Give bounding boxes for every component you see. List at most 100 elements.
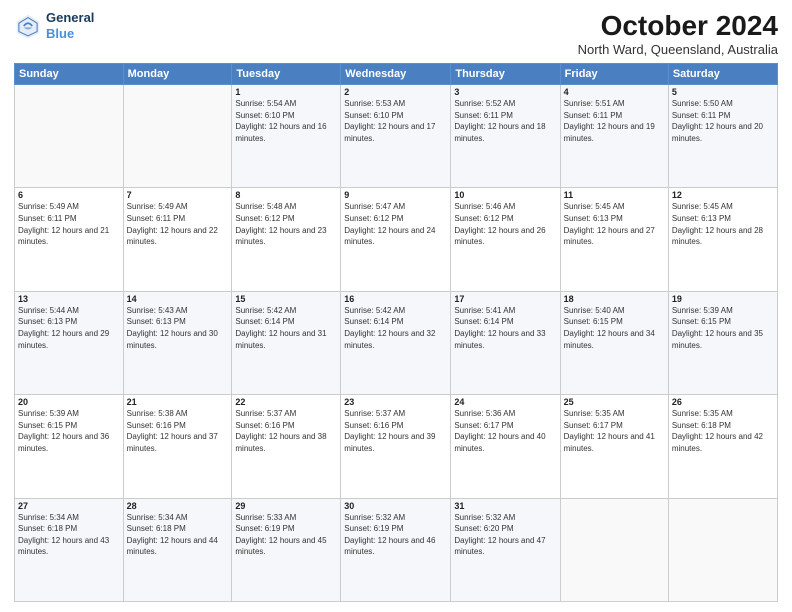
day-number: 21 xyxy=(127,397,229,407)
table-row: 21 Sunrise: 5:38 AM Sunset: 6:16 PM Dayligh… xyxy=(123,395,232,498)
table-row: 5Sunrise: 5:50 AMSunset: 6:11 PMDaylight… xyxy=(668,85,777,188)
daylight-hours: Daylight: 12 hours and 26 minutes. xyxy=(454,226,545,247)
sunset-time: Sunset: 6:13 PM xyxy=(672,214,731,223)
table-row: 27Sunrise: 5:34 AMSunset: 6:18 PMDayligh… xyxy=(15,498,124,601)
table-row: 16Sunrise: 5:42 AMSunset: 6:14 PMDayligh… xyxy=(341,291,451,394)
daylight-hours: Daylight: 12 hours and 27 minutes. xyxy=(564,226,655,247)
sunrise-time: Sunrise: 5:32 AM xyxy=(454,513,515,522)
daylight-hours: Daylight: 12 hours and 20 minutes. xyxy=(672,122,763,143)
day-number: 24 xyxy=(454,397,556,407)
daylight-hours: Daylight: 12 hours and 45 minutes. xyxy=(235,536,326,557)
sunrise-time: Sunrise: 5:42 AM xyxy=(344,306,405,315)
sunrise-time: Sunrise: 5:38 AM xyxy=(127,409,188,418)
sunrise-time: Sunrise: 5:45 AM xyxy=(672,202,733,211)
day-number: 15 xyxy=(235,294,337,304)
day-info: Sunrise: 5:51 AMSunset: 6:11 PMDaylight:… xyxy=(564,98,665,144)
logo-line2: Blue xyxy=(46,26,94,42)
table-row: 18Sunrise: 5:40 AMSunset: 6:15 PMDayligh… xyxy=(560,291,668,394)
day-info: Sunrise: 5:43 AMSunset: 6:13 PMDaylight:… xyxy=(127,305,229,351)
sunrise-time: Sunrise: 5:42 AM xyxy=(235,306,296,315)
daylight-hours: Daylight: 12 hours and 23 minutes. xyxy=(235,226,326,247)
day-info: Sunrise: 5:39 AMSunset: 6:15 PMDaylight:… xyxy=(18,408,120,454)
day-info: Sunrise: 5:32 AMSunset: 6:19 PMDaylight:… xyxy=(344,512,447,558)
day-number: 3 xyxy=(454,87,556,97)
day-number: 12 xyxy=(672,190,774,200)
calendar-week-row: 27Sunrise: 5:34 AMSunset: 6:18 PMDayligh… xyxy=(15,498,778,601)
daylight-hours: Daylight: 12 hours and 29 minutes. xyxy=(18,329,109,350)
header: General Blue October 2024 North Ward, Qu… xyxy=(14,10,778,57)
table-row xyxy=(15,85,124,188)
day-number: 30 xyxy=(344,501,447,511)
calendar-header-row: Sunday Monday Tuesday Wednesday Thursday… xyxy=(15,64,778,85)
sunset-time: Sunset: 6:15 PM xyxy=(18,421,77,430)
day-number: 23 xyxy=(344,397,447,407)
calendar-week-row: 6Sunrise: 5:49 AMSunset: 6:11 PMDaylight… xyxy=(15,188,778,291)
sunrise-time: Sunrise: 5:46 AM xyxy=(454,202,515,211)
sunset-time: Sunset: 6:11 PM xyxy=(672,111,731,120)
table-row: 13Sunrise: 5:44 AMSunset: 6:13 PMDayligh… xyxy=(15,291,124,394)
day-info: Sunrise: 5:47 AMSunset: 6:12 PMDaylight:… xyxy=(344,201,447,247)
sunset-time: Sunset: 6:14 PM xyxy=(344,317,403,326)
sunrise-time: Sunrise: 5:36 AM xyxy=(454,409,515,418)
table-row: 9Sunrise: 5:47 AMSunset: 6:12 PMDaylight… xyxy=(341,188,451,291)
col-wednesday: Wednesday xyxy=(341,64,451,85)
sunset-time: Sunset: 6:13 PM xyxy=(564,214,623,223)
sunrise-time: Sunrise: 5:39 AM xyxy=(672,306,733,315)
day-number: 6 xyxy=(18,190,120,200)
sunset-time: Sunset: 6:16 PM xyxy=(127,421,186,430)
day-info: Sunrise: 5:41 AM Sunset: 6:14 PM Daylight:… xyxy=(454,305,556,351)
table-row: 23Sunrise: 5:37 AMSunset: 6:16 PMDayligh… xyxy=(341,395,451,498)
logo-text: General Blue xyxy=(46,10,94,41)
day-number: 19 xyxy=(672,294,774,304)
col-tuesday: Tuesday xyxy=(232,64,341,85)
day-number: 27 xyxy=(18,501,120,511)
table-row: 25Sunrise: 5:35 AMSunset: 6:17 PMDayligh… xyxy=(560,395,668,498)
location-subtitle: North Ward, Queensland, Australia xyxy=(578,42,778,57)
sunset-time: Sunset: 6:12 PM xyxy=(235,214,294,223)
sunrise-time: Sunrise: 5:35 AM xyxy=(672,409,733,418)
sunrise-time: Sunrise: 5:51 AM xyxy=(564,99,625,108)
table-row xyxy=(123,85,232,188)
day-number: 25 xyxy=(564,397,665,407)
day-info: Sunrise: 5:52 AMSunset: 6:11 PMDaylight:… xyxy=(454,98,556,144)
sunset-time: Sunset: 6:17 PM xyxy=(564,421,623,430)
sunset-time: Sunset: 6:20 PM xyxy=(454,524,513,533)
sunrise-time: Sunrise: 5:48 AM xyxy=(235,202,296,211)
day-info: Sunrise: 5:37 AMSunset: 6:16 PMDaylight:… xyxy=(235,408,337,454)
col-sunday: Sunday xyxy=(15,64,124,85)
sunset-time: Sunset: 6:11 PM xyxy=(18,214,77,223)
calendar-week-row: 13Sunrise: 5:44 AMSunset: 6:13 PMDayligh… xyxy=(15,291,778,394)
calendar-week-row: 20Sunrise: 5:39 AMSunset: 6:15 PMDayligh… xyxy=(15,395,778,498)
day-info: Sunrise: 5:35 AMSunset: 6:17 PMDaylight:… xyxy=(564,408,665,454)
day-info: Sunrise: 5:49 AMSunset: 6:11 PMDaylight:… xyxy=(18,201,120,247)
day-info: Sunrise: 5:34 AMSunset: 6:18 PMDaylight:… xyxy=(18,512,120,558)
sunrise-time: Sunrise: 5:41 AM xyxy=(454,306,515,315)
table-row: 2Sunrise: 5:53 AMSunset: 6:10 PMDaylight… xyxy=(341,85,451,188)
day-number: 9 xyxy=(344,190,447,200)
table-row: 12Sunrise: 5:45 AMSunset: 6:13 PMDayligh… xyxy=(668,188,777,291)
day-number: 2 xyxy=(344,87,447,97)
day-number: 1 xyxy=(235,87,337,97)
day-number: 31 xyxy=(454,501,556,511)
sunrise-time: Sunrise: 5:52 AM xyxy=(454,99,515,108)
daylight-hours: Daylight: 12 hours and 36 minutes. xyxy=(18,432,109,453)
day-number: 20 xyxy=(18,397,120,407)
sunrise-time: Sunrise: 5:37 AM xyxy=(344,409,405,418)
logo-line1: General xyxy=(46,10,94,26)
sunrise-time: Sunrise: 5:37 AM xyxy=(235,409,296,418)
daylight-hours: Daylight: 12 hours and 37 minutes. xyxy=(127,432,218,453)
col-saturday: Saturday xyxy=(668,64,777,85)
title-block: October 2024 North Ward, Queensland, Aus… xyxy=(578,10,778,57)
day-info: Sunrise: 5:54 AMSunset: 6:10 PMDaylight:… xyxy=(235,98,337,144)
daylight-hours: Daylight: 12 hours and 33 minutes. xyxy=(454,329,545,350)
sunset-time: Sunset: 6:14 PM xyxy=(454,317,513,326)
day-number: 16 xyxy=(344,294,447,304)
day-info: Sunrise: 5:33 AMSunset: 6:19 PMDaylight:… xyxy=(235,512,337,558)
month-title: October 2024 xyxy=(578,10,778,42)
day-info: Sunrise: 5:45 AMSunset: 6:13 PMDaylight:… xyxy=(564,201,665,247)
table-row: 31Sunrise: 5:32 AMSunset: 6:20 PMDayligh… xyxy=(451,498,560,601)
table-row: 17Sunrise: 5:41 AMSunset: 6:14 PMDayligh… xyxy=(451,291,560,394)
sunset-time: Sunset: 6:18 PM xyxy=(672,421,731,430)
day-info: Sunrise: 5:48 AM Sunset: 6:12 PM Daylight:… xyxy=(235,201,337,247)
daylight-hours: Daylight: 12 hours and 38 minutes. xyxy=(235,432,326,453)
